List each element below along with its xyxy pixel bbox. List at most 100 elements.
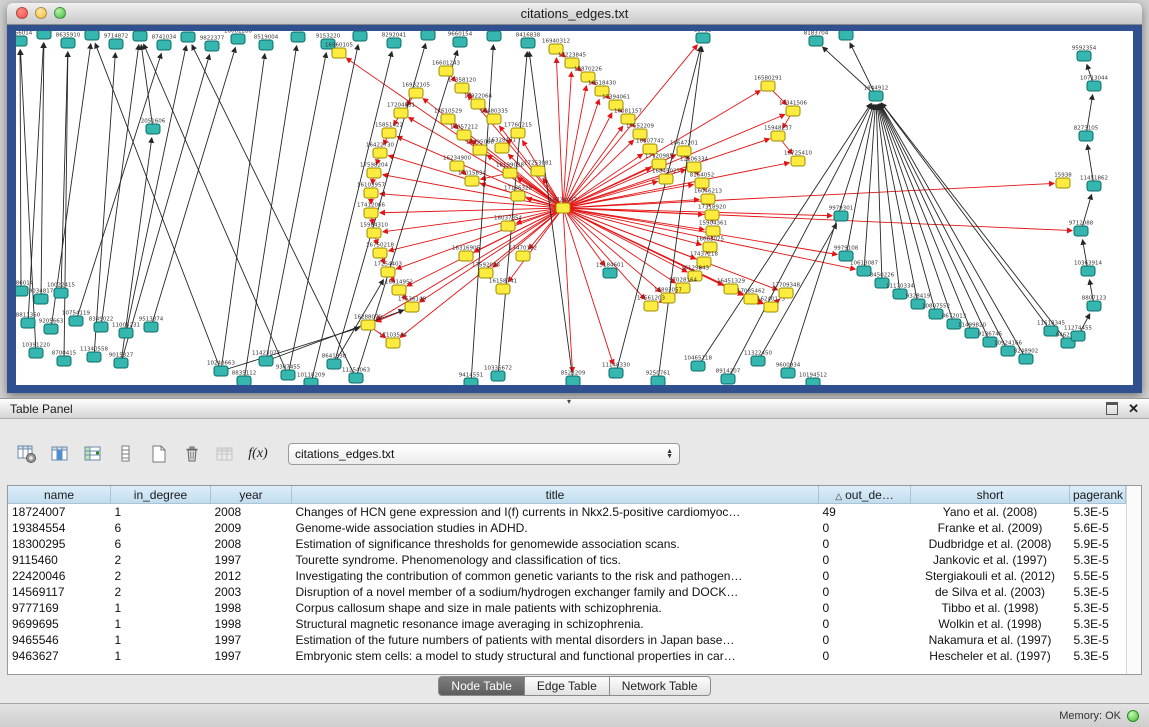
cell-in_degree[interactable]: 1 (111, 616, 211, 632)
cell-name[interactable]: 9699695 (8, 616, 111, 632)
cell-in_degree[interactable]: 1 (111, 504, 211, 521)
new-file-icon[interactable] (146, 441, 172, 467)
graph-node[interactable]: 16932105 (402, 83, 430, 99)
cell-short[interactable]: Stergiakouli et al. (2012) (911, 568, 1070, 584)
graph-edge[interactable] (20, 50, 21, 291)
graph-node[interactable]: 9356014 (16, 31, 33, 46)
cell-name[interactable]: 18300295 (8, 536, 111, 552)
graph-node[interactable]: 55723 (694, 31, 712, 43)
graph-node[interactable]: 15904361 (699, 221, 727, 237)
cell-out_degree[interactable]: 0 (819, 520, 911, 536)
cell-in_degree[interactable]: 6 (111, 536, 211, 552)
table-row[interactable]: 946362711997Embryonic stem cells: a mode… (8, 648, 1126, 664)
network-table-selector[interactable]: citations_edges.txt ▲▼ (288, 443, 680, 465)
cell-year[interactable]: 1998 (211, 616, 292, 632)
graph-node[interactable]: 8164052 (690, 173, 715, 189)
table-mode-icon[interactable] (14, 441, 40, 467)
cell-out_degree[interactable]: 0 (819, 584, 911, 600)
graph-node[interactable]: 16037854 (494, 216, 522, 232)
cell-name[interactable]: 18724007 (8, 504, 111, 521)
network-canvas[interactable]: 9356014104721048635910112504439714872105… (16, 31, 1133, 385)
graph-node[interactable]: 9250761 (646, 371, 671, 386)
graph-node[interactable]: 11148330 (602, 363, 630, 379)
graph-node[interactable]: 11439512 (174, 31, 202, 42)
graph-node[interactable]: 17470162 (509, 246, 537, 262)
graph-node[interactable]: 17254403 (374, 262, 402, 278)
graph-node[interactable]: 9979108 (834, 246, 859, 262)
graph-node[interactable]: 10335672 (484, 366, 512, 382)
graph-node[interactable]: 9712088 (1069, 221, 1094, 237)
graph-edge[interactable] (563, 208, 676, 283)
graph-node[interactable]: 8183704 (804, 31, 829, 46)
graph-node[interactable]: 8700415 (52, 351, 77, 367)
cell-in_degree[interactable]: 1 (111, 632, 211, 648)
cell-pagerank[interactable]: 5.3E-5 (1070, 504, 1126, 521)
graph-edge[interactable] (788, 105, 873, 373)
cell-title[interactable]: Genome-wide association studies in ADHD. (292, 520, 819, 536)
cell-short[interactable]: de Silva et al. (2003) (911, 584, 1070, 600)
column-header-title[interactable]: title (292, 486, 819, 504)
graph-node[interactable]: 10363914 (1074, 261, 1102, 277)
graph-node[interactable]: 16960105 (325, 43, 353, 59)
cell-title[interactable]: Disruption of a novel member of a sodium… (292, 584, 819, 600)
graph-node[interactable]: 9600934 (776, 363, 801, 379)
graph-node[interactable]: 9205663 (39, 319, 64, 335)
graph-node[interactable]: 11530289 (414, 31, 442, 40)
cell-short[interactable]: Dudbridge et al. (2008) (911, 536, 1070, 552)
table-row[interactable]: 1830029562008Estimation of significance … (8, 536, 1126, 552)
graph-edge[interactable] (101, 45, 139, 327)
cell-name[interactable]: 14569117 (8, 584, 111, 600)
cell-year[interactable]: 2008 (211, 504, 292, 521)
graph-node[interactable]: 11704913 (284, 31, 312, 42)
graph-node[interactable]: 9414551 (459, 373, 484, 386)
cell-year[interactable]: 2003 (211, 584, 292, 600)
window-titlebar[interactable]: citations_edges.txt (7, 3, 1142, 25)
cell-out_degree[interactable]: 0 (819, 600, 911, 616)
graph-node[interactable]: 17598204 (360, 163, 388, 179)
graph-node[interactable]: 10713044 (1080, 76, 1108, 92)
cell-name[interactable]: 9777169 (8, 600, 111, 616)
graph-node[interactable]: 8349022 (89, 317, 114, 333)
cell-short[interactable]: Wolkin et al. (1998) (911, 616, 1070, 632)
graph-node[interactable]: 10841366 (346, 31, 374, 41)
cell-in_degree[interactable]: 1 (111, 600, 211, 616)
graph-node[interactable]: 8248902 (1014, 349, 1039, 365)
graph-node[interactable]: 8416838 (516, 33, 541, 49)
graph-node[interactable]: 11250443 (78, 31, 106, 40)
graph-edge[interactable] (288, 45, 358, 375)
graph-node[interactable]: 9660154 (448, 32, 473, 48)
graph-node[interactable]: 10465118 (684, 356, 712, 372)
graph-node[interactable]: 16240175 (757, 297, 785, 313)
cell-pagerank[interactable]: 5.3E-5 (1070, 616, 1126, 632)
graph-node[interactable]: 16158741 (489, 279, 517, 295)
cell-name[interactable]: 22420046 (8, 568, 111, 584)
graph-node[interactable]: 11322450 (744, 351, 772, 367)
network-view[interactable]: 9356014104721048635910112504439714872105… (16, 31, 1133, 385)
graph-node[interactable]: 16199038 (496, 163, 524, 179)
table-row[interactable]: 977716911998Corpus callosum shape and si… (8, 600, 1126, 616)
table-row[interactable]: 2242004622012Investigating the contribut… (8, 568, 1126, 584)
cell-title[interactable]: Changes of HCN gene expression and I(f) … (292, 504, 819, 521)
graph-node[interactable]: 10250318 (480, 31, 508, 41)
cell-out_degree[interactable]: 0 (819, 648, 911, 664)
graph-node[interactable]: 16103957 (357, 183, 385, 199)
cell-title[interactable]: Estimation of the future numbers of pati… (292, 632, 819, 648)
table-row[interactable]: 1872400712008Changes of HCN gene express… (8, 504, 1126, 521)
cell-in_degree[interactable]: 1 (111, 648, 211, 664)
graph-node[interactable]: 10472104 (30, 31, 58, 39)
graph-node[interactable]: 9592354 (1072, 46, 1097, 62)
graph-node[interactable]: 16307742 (636, 139, 664, 155)
cell-pagerank[interactable]: 5.3E-5 (1070, 632, 1126, 648)
graph-node[interactable]: 17103544 (379, 333, 407, 349)
cell-title[interactable]: Embryonic stem cells: a model to study s… (292, 648, 819, 664)
graph-edge[interactable] (498, 52, 527, 376)
graph-node[interactable]: 17652209 (626, 124, 654, 140)
graph-node[interactable]: 15948237 (764, 126, 792, 142)
graph-edge[interactable] (121, 55, 210, 363)
cell-in_degree[interactable]: 2 (111, 552, 211, 568)
cell-out_degree[interactable]: 0 (819, 552, 911, 568)
cell-short[interactable]: Hescheler et al. (1997) (911, 648, 1070, 664)
zoom-window-button[interactable] (54, 7, 66, 19)
graph-node[interactable]: 10754119 (62, 311, 90, 327)
import-table-icon[interactable] (212, 441, 238, 467)
